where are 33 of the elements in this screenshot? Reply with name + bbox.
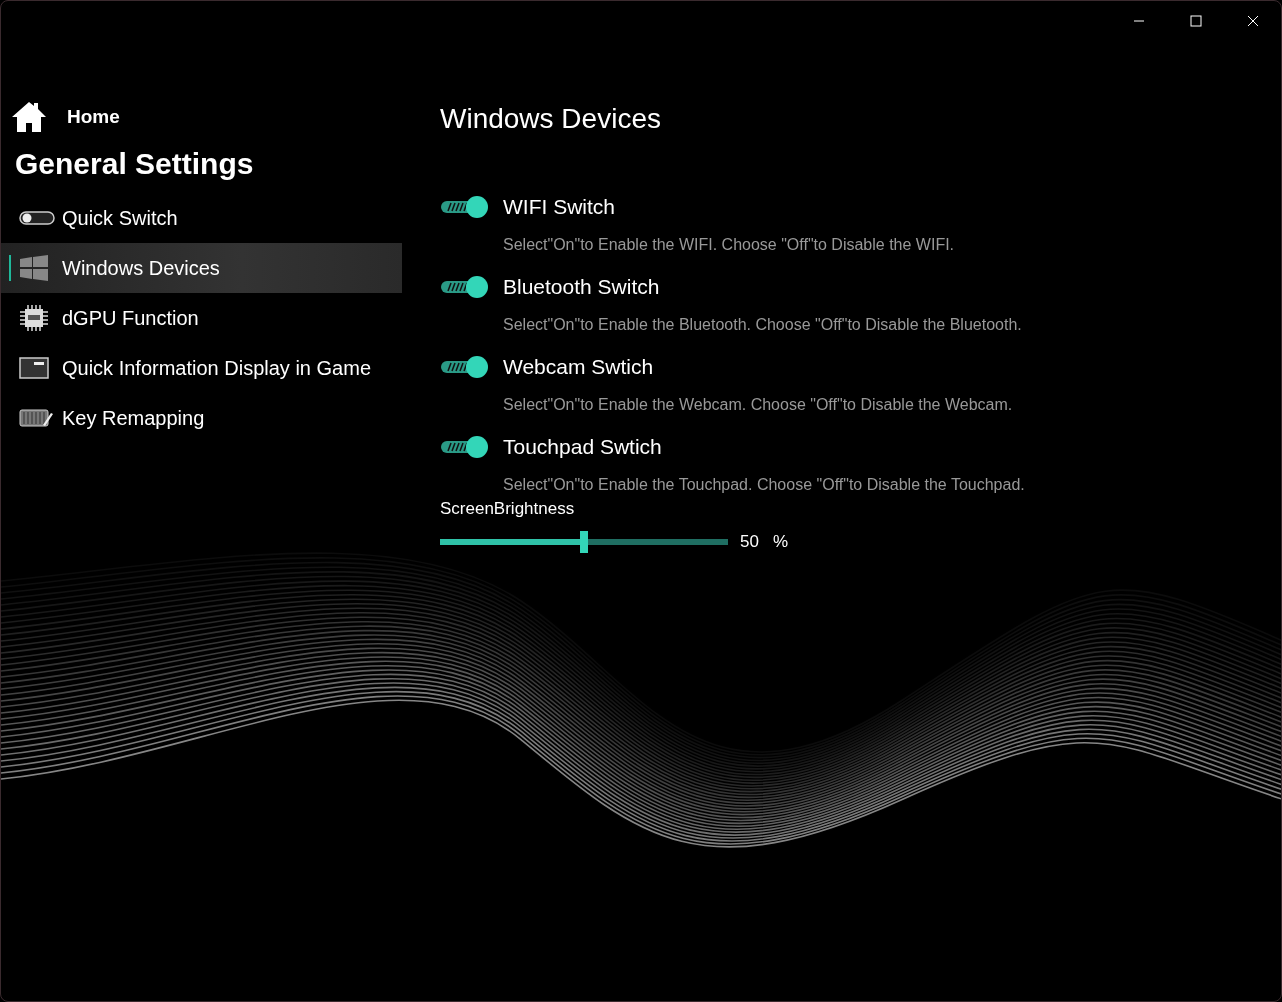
slider-thumb[interactable]: [580, 531, 588, 553]
switch-description: Select"On"to Enable the Bluetooth. Choose "Off"to Disable the Bluetooth.: [503, 315, 1023, 335]
brightness-slider[interactable]: [440, 531, 728, 553]
sidebar-item[interactable]: Quick Switch: [1, 193, 402, 243]
toggle-switch[interactable]: [440, 355, 489, 379]
home-icon[interactable]: [11, 101, 47, 133]
keyboard-icon: [19, 407, 53, 429]
switch-label: WIFI Switch: [503, 195, 615, 219]
switch-label: Bluetooth Switch: [503, 275, 660, 299]
toggle-switch[interactable]: [440, 195, 489, 219]
toggle-icon: [19, 210, 55, 226]
sidebar-item[interactable]: dGPU Function: [1, 293, 402, 343]
slider-label: ScreenBrightness: [440, 499, 576, 519]
section-heading: General Settings: [15, 147, 255, 181]
switch-label: Webcam Swtich: [503, 355, 654, 379]
switch-description: Select"On"to Enable the WIFI. Choose "Off"to Disable the WIFI.: [503, 235, 956, 255]
toggle-switch[interactable]: [440, 435, 489, 459]
chip-icon: [19, 304, 49, 332]
close-icon: [1246, 15, 1259, 27]
page-title: Windows Devices: [440, 103, 662, 135]
brightness-value: 50: [740, 532, 759, 552]
sidebar-item[interactable]: Windows Devices: [1, 243, 402, 293]
switch-description: Select"On"to Enable the Touchpad. Choose "Off"to Disable the Touchpad.: [503, 475, 1025, 495]
unit-label: %: [772, 532, 789, 552]
home-link[interactable]: Home: [67, 106, 120, 128]
windows-logo-icon: [19, 255, 49, 281]
switch-label: Touchpad Swtich: [503, 435, 662, 459]
toggle-switch[interactable]: [440, 275, 489, 299]
sidebar-item[interactable]: Quick Information Display in Game: [1, 343, 402, 393]
switch-description: Select"On"to Enable the Webcam. Choose "Off"to Disable the Webcam.: [503, 395, 1014, 415]
display-icon: [19, 356, 49, 380]
maximize-icon: [1189, 15, 1202, 27]
sidebar-item[interactable]: Key Remapping: [1, 393, 402, 443]
